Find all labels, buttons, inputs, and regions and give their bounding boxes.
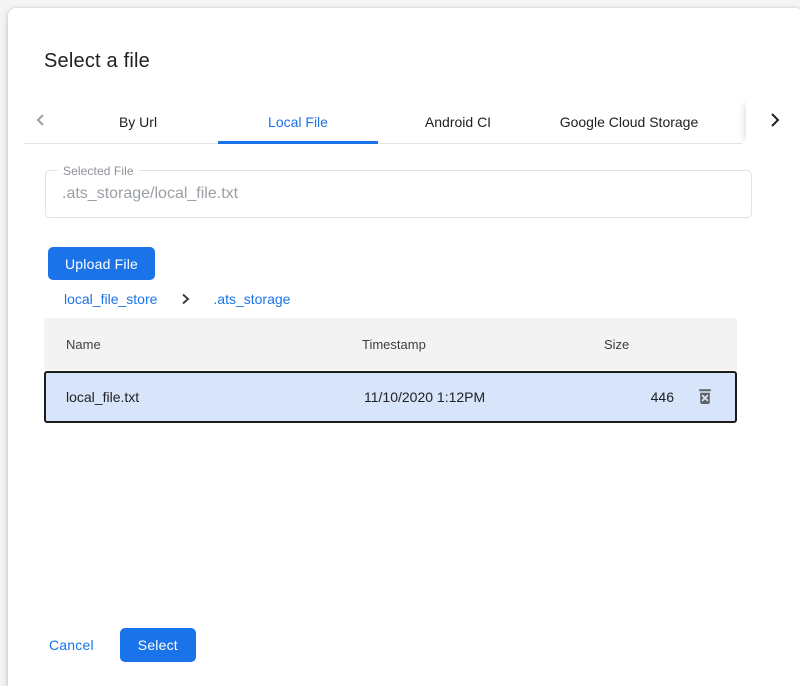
delete-file-button[interactable] [687,379,723,415]
dialog-footer: Cancel Select [41,628,196,662]
tab-label: Local File [268,114,328,130]
breadcrumb-item-local-file-store[interactable]: local_file_store [64,291,157,307]
select-file-dialog: Select a file By Url Local File Android … [8,8,800,686]
tab-local-file[interactable]: Local File [218,100,378,144]
select-button[interactable]: Select [120,628,196,662]
breadcrumb-chevron-icon [179,293,191,305]
file-table: Name Timestamp Size local_file.txt 11/10… [44,318,737,423]
file-size-cell: 446 [606,389,674,405]
tab-google-cloud-storage[interactable]: Google Cloud Storage [538,100,720,144]
table-row-local-file[interactable]: local_file.txt 11/10/2020 1:12PM 446 [44,371,737,423]
chevron-left-icon [34,113,48,132]
tab-label: By Url [119,114,157,130]
trash-delete-icon [696,387,714,408]
column-header-size: Size [604,337,672,352]
breadcrumb-item-ats-storage[interactable]: .ats_storage [213,291,290,307]
selected-file-input[interactable] [46,185,751,203]
selected-file-label: Selected File [58,164,139,178]
file-name-cell: local_file.txt [46,389,364,405]
tab-list: By Url Local File Android CI Google Clou… [58,100,746,144]
table-header-row: Name Timestamp Size [44,318,737,370]
tabs-scroll-left-button[interactable] [24,100,58,144]
tabs-scroll-right-button[interactable] [746,100,800,144]
column-header-name: Name [44,337,362,352]
chevron-right-icon [767,112,783,133]
tab-label: Google Cloud Storage [560,114,699,130]
dialog-title: Select a file [44,50,150,73]
tab-label: Android CI [425,114,491,130]
selected-file-field: Selected File [45,170,752,218]
tab-bar: By Url Local File Android CI Google Clou… [24,100,800,144]
file-timestamp-cell: 11/10/2020 1:12PM [364,389,606,405]
tab-by-url[interactable]: By Url [58,100,218,144]
tab-android-ci[interactable]: Android CI [378,100,538,144]
upload-file-button[interactable]: Upload File [48,247,155,280]
breadcrumb: local_file_store .ats_storage [64,291,290,307]
column-header-timestamp: Timestamp [362,337,604,352]
cancel-button[interactable]: Cancel [41,629,102,661]
